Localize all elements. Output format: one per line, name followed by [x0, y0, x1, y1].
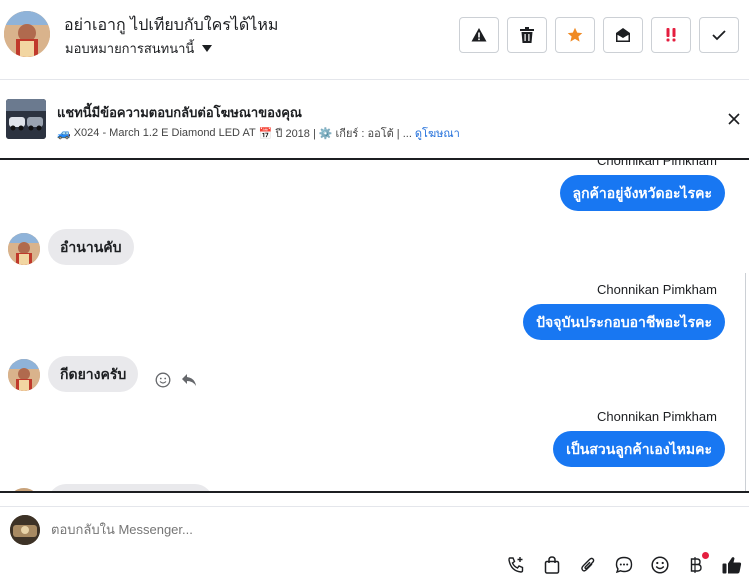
message-tools [155, 372, 197, 388]
contact-avatar-small [8, 233, 40, 265]
trash-icon [520, 27, 534, 43]
ad-thumbnail[interactable] [6, 99, 46, 139]
payment-baht-icon[interactable] [685, 552, 709, 576]
ad-year: ปี 2018 | [275, 128, 316, 140]
conversation-actions [459, 17, 739, 53]
ad-reply-banner: แชทนี้มีข้อความตอบกลับต่อโฆษณาของคุณ 🚙 X… [0, 80, 749, 160]
priority-button[interactable] [651, 17, 691, 53]
call-icon[interactable] [505, 554, 527, 576]
incoming-message[interactable] [48, 484, 213, 491]
view-ad-link[interactable]: ดูโฆษณา [415, 124, 460, 142]
done-button[interactable] [699, 17, 739, 53]
shopping-bag-icon[interactable] [541, 554, 563, 576]
side-panel-edge [745, 273, 749, 491]
reply-composer [0, 506, 749, 587]
check-icon [712, 30, 726, 41]
outgoing-message[interactable]: เป็นสวนลูกค้าเองไหมคะ [553, 431, 725, 467]
ad-gear: เกียร์ : ออโต้ | ... [335, 128, 412, 140]
envelope-open-icon [616, 28, 630, 42]
sender-name: Chonnikan Pimkham [597, 409, 717, 424]
star-icon [567, 27, 583, 42]
reply-icon[interactable] [181, 373, 197, 387]
warning-icon [471, 28, 487, 42]
message-thread[interactable]: Chonnikan Pimkham ลูกค้าอยู่จังหวัดอะไรค… [0, 160, 749, 493]
ad-model: X024 - March 1.2 E Diamond LED AT [73, 127, 256, 139]
page-avatar [10, 515, 40, 545]
incoming-message[interactable]: กีดยางครับ [48, 356, 139, 392]
alert-button[interactable] [459, 17, 499, 53]
assign-label: มอบหมายการสนทนานี้ [65, 41, 195, 56]
incoming-message[interactable]: อำนานคับ [48, 229, 134, 265]
exclamation-icon [666, 28, 676, 42]
contact-avatar-small [8, 359, 40, 391]
ad-details: 🚙 X024 - March 1.2 E Diamond LED AT 📅 ปี… [57, 124, 460, 142]
gear-icon: ⚙️ [318, 127, 333, 140]
mark-unread-button[interactable] [603, 17, 643, 53]
outgoing-message[interactable]: ลูกค้าอยู่จังหวัดอะไรคะ [559, 175, 725, 211]
star-button[interactable] [555, 17, 595, 53]
car-icon: 🚙 [57, 127, 71, 140]
sender-name: Chonnikan Pimkham [597, 282, 717, 297]
composer-toolbar [505, 552, 743, 576]
conversation-header: อย่าเอากู ไปเทียบกับใครได้ไหม มอบหมายการ… [0, 0, 749, 80]
contact-name: อย่าเอากู ไปเทียบกับใครได้ไหม [64, 17, 279, 34]
assign-conversation-dropdown[interactable]: มอบหมายการสนทนานี้ [65, 38, 213, 59]
banner-title: แชทนี้มีข้อความตอบกลับต่อโฆษณาของคุณ [57, 105, 302, 120]
chevron-down-icon [202, 45, 213, 52]
sender-name: Chonnikan Pimkham [597, 160, 717, 168]
calendar-icon: 📅 [258, 127, 273, 140]
notification-dot [702, 552, 709, 559]
attachment-icon[interactable] [577, 554, 599, 576]
reply-input[interactable] [51, 522, 651, 537]
outgoing-message[interactable]: ปัจจุบันประกอบอาชีพอะไรคะ [523, 304, 725, 340]
emoji-react-icon[interactable] [155, 372, 171, 388]
saved-replies-icon[interactable] [613, 554, 635, 576]
thumbs-up-icon[interactable] [721, 554, 743, 576]
contact-avatar-small [8, 488, 40, 491]
close-icon[interactable] [727, 112, 741, 126]
contact-avatar[interactable] [4, 11, 50, 57]
delete-button[interactable] [507, 17, 547, 53]
emoji-icon[interactable] [649, 554, 671, 576]
